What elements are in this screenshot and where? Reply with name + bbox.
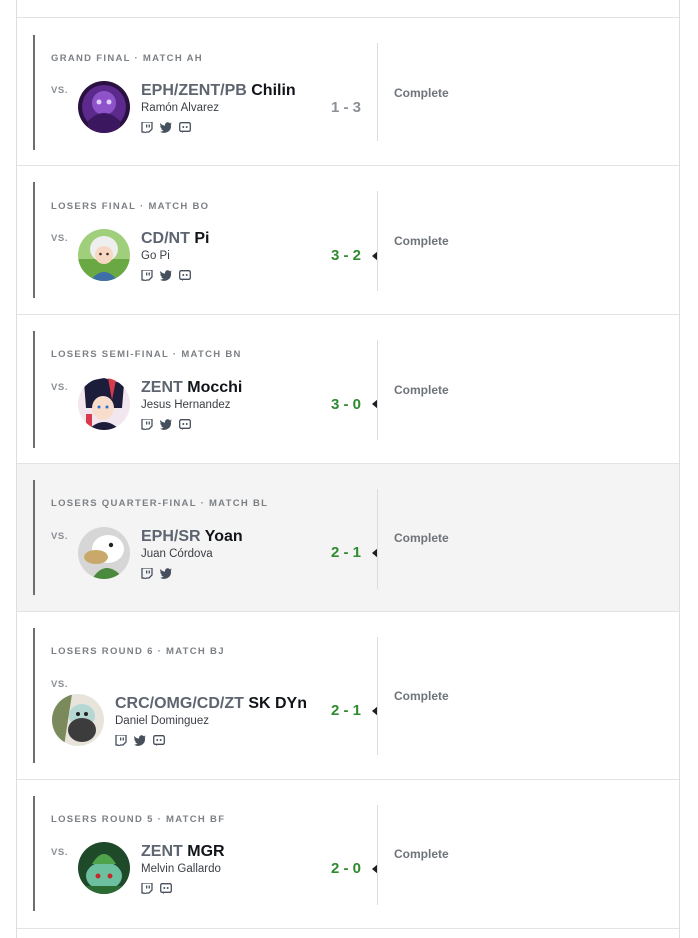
opponent-team-prefix: EPH/SR xyxy=(141,528,201,545)
opponent-team-prefix: EPH/ZENT/PB xyxy=(141,82,247,99)
vs-label: VS. xyxy=(51,382,69,393)
match-accent-bar xyxy=(33,331,35,448)
discord-icon[interactable] xyxy=(179,120,191,133)
match-card[interactable]: LOSERS SEMI-FINAL · MATCH BN VS. ZENT Mo… xyxy=(17,314,679,464)
opponent-real-name: Ramón Alvarez xyxy=(141,102,219,114)
opponent-avatar[interactable] xyxy=(78,527,130,579)
twitter-icon[interactable] xyxy=(160,268,172,281)
opponent-avatar[interactable] xyxy=(78,842,130,894)
opponent-team-prefix: ZENT xyxy=(141,379,183,396)
column-divider xyxy=(377,637,378,755)
column-divider xyxy=(377,43,378,141)
match-status: Complete xyxy=(394,234,449,248)
twitter-icon[interactable] xyxy=(134,733,146,746)
opponent-gamertag: Mocchi xyxy=(187,379,243,396)
opponent-team-prefix: CRC/OMG/CD/ZT xyxy=(115,695,244,712)
opponent-avatar[interactable] xyxy=(78,229,130,281)
match-status: Complete xyxy=(394,689,449,703)
twitch-icon[interactable] xyxy=(141,566,153,580)
opponent-real-name: Jesus Hernandez xyxy=(141,399,231,411)
match-accent-bar xyxy=(33,182,35,298)
social-links xyxy=(141,881,172,895)
opponent-real-name: Daniel Dominguez xyxy=(115,715,209,727)
opponent-real-name: Juan Córdova xyxy=(141,548,213,560)
opponent-gamertag: MGR xyxy=(187,843,225,860)
twitch-icon[interactable] xyxy=(115,733,127,747)
match-round-label: GRAND FINAL · MATCH AH xyxy=(51,53,203,64)
match-status: Complete xyxy=(394,531,449,545)
match-score: 2 - 1 xyxy=(330,544,361,561)
match-round-label: LOSERS SEMI-FINAL · MATCH BN xyxy=(51,349,242,360)
opponent-name[interactable]: EPH/ZENT/PB Chilin xyxy=(141,82,296,100)
match-card[interactable]: LOSERS ROUND 6 · MATCH BJ VS. CRC/OMG/CD… xyxy=(17,611,679,780)
match-accent-bar xyxy=(33,35,35,150)
opponent-avatar[interactable] xyxy=(78,378,130,430)
opponent-gamertag: SK DYn xyxy=(248,695,307,712)
match-score: 3 - 2 xyxy=(330,247,361,264)
opponent-name[interactable]: ZENT MGR xyxy=(141,843,225,861)
discord-icon[interactable] xyxy=(160,881,172,894)
opponent-real-name: Melvin Gallardo xyxy=(141,863,221,875)
twitter-icon[interactable] xyxy=(160,566,172,579)
match-status: Complete xyxy=(394,86,449,100)
opponent-gamertag: Chilin xyxy=(251,82,296,99)
match-card[interactable]: LOSERS ROUND 5 · MATCH BF VS. ZENT MGR M… xyxy=(17,779,679,929)
match-card[interactable]: LOSERS FINAL · MATCH BO VS. CD/NT Pi Go … xyxy=(17,165,679,315)
opponent-gamertag: Yoan xyxy=(204,528,243,545)
vs-label: VS. xyxy=(51,531,69,542)
column-divider xyxy=(377,191,378,291)
match-score: 2 - 0 xyxy=(330,860,361,877)
match-accent-bar xyxy=(33,628,35,763)
match-round-label: LOSERS ROUND 5 · MATCH BF xyxy=(51,814,226,825)
opponent-name[interactable]: ZENT Mocchi xyxy=(141,379,242,397)
match-score: 1 - 3 xyxy=(330,99,361,116)
opponent-team-prefix: CD/NT xyxy=(141,230,190,247)
opponent-gamertag: Pi xyxy=(194,230,210,247)
vs-label: VS. xyxy=(51,85,69,96)
match-accent-bar xyxy=(33,480,35,595)
discord-icon[interactable] xyxy=(179,268,191,281)
opponent-name[interactable]: CD/NT Pi xyxy=(141,230,209,248)
match-round-label: LOSERS QUARTER-FINAL · MATCH BL xyxy=(51,498,269,509)
social-links xyxy=(141,268,191,282)
column-divider xyxy=(377,340,378,440)
match-score: 2 - 1 xyxy=(330,702,361,719)
opponent-name[interactable]: EPH/SR Yoan xyxy=(141,528,243,546)
discord-icon[interactable] xyxy=(179,417,191,430)
match-history-list: GRAND FINAL · MATCH AH VS. EPH/ZENT/PB C… xyxy=(16,0,680,938)
twitter-icon[interactable] xyxy=(160,120,172,133)
social-links xyxy=(141,566,172,580)
column-divider xyxy=(377,805,378,905)
opponent-real-name: Go Pi xyxy=(141,250,170,262)
opponent-avatar[interactable] xyxy=(78,81,130,133)
vs-label: VS. xyxy=(51,679,69,690)
opponent-name[interactable]: CRC/OMG/CD/ZT SK DYn xyxy=(115,695,307,713)
opponent-avatar[interactable] xyxy=(52,694,104,746)
match-round-label: LOSERS ROUND 6 · MATCH BJ xyxy=(51,646,225,657)
match-score: 3 - 0 xyxy=(330,396,361,413)
twitter-icon[interactable] xyxy=(160,417,172,430)
match-status: Complete xyxy=(394,847,449,861)
vs-label: VS. xyxy=(51,233,69,244)
match-status: Complete xyxy=(394,383,449,397)
discord-icon[interactable] xyxy=(153,733,165,746)
twitch-icon[interactable] xyxy=(141,268,153,282)
social-links xyxy=(115,733,165,747)
vs-label: VS. xyxy=(51,847,69,858)
social-links xyxy=(141,417,191,431)
opponent-team-prefix: ZENT xyxy=(141,843,183,860)
match-accent-bar xyxy=(33,796,35,911)
twitch-icon[interactable] xyxy=(141,120,153,134)
social-links xyxy=(141,120,191,134)
match-card[interactable]: LOSERS QUARTER-FINAL · MATCH BL VS. EPH/… xyxy=(17,463,679,612)
twitch-icon[interactable] xyxy=(141,417,153,431)
match-card[interactable]: GRAND FINAL · MATCH AH VS. EPH/ZENT/PB C… xyxy=(17,17,679,166)
twitch-icon[interactable] xyxy=(141,881,153,895)
column-divider xyxy=(377,489,378,589)
match-round-label: LOSERS FINAL · MATCH BO xyxy=(51,201,210,212)
